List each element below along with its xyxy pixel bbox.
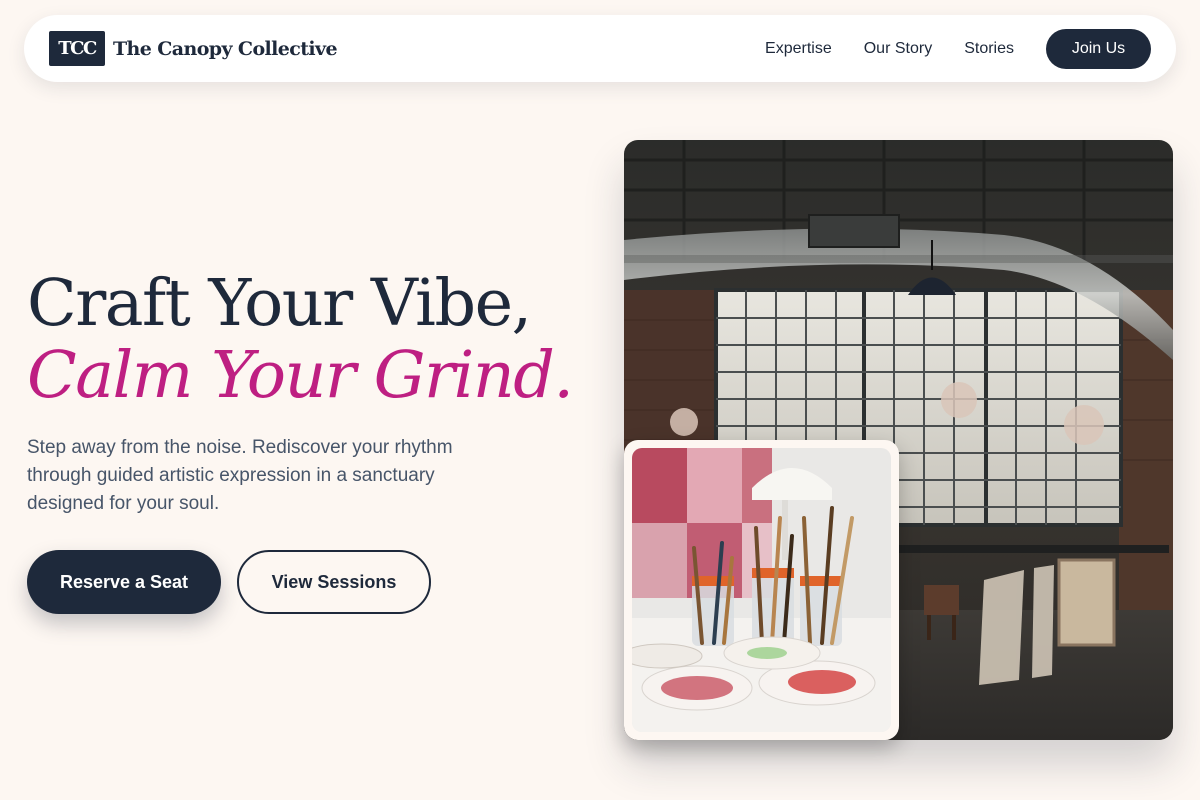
brand-logo: TCC [49, 31, 105, 66]
inset-photo-card [624, 440, 899, 740]
headline-line-1: Craft Your Vibe, [27, 266, 532, 341]
hero-subtext: Step away from the noise. Rediscover you… [27, 437, 453, 514]
top-nav: TCC The Canopy Collective Expertise Our … [24, 15, 1176, 82]
paint-brushes-image [632, 448, 891, 732]
hero-headline: Craft Your Vibe, Calm Your Grind. [27, 266, 574, 413]
join-us-button[interactable]: Join Us [1046, 28, 1151, 69]
nav-link-our-story[interactable]: Our Story [864, 40, 932, 58]
brand-name: The Canopy Collective [113, 37, 338, 60]
reserve-seat-button[interactable]: Reserve a Seat [27, 550, 221, 614]
brand[interactable]: TCC The Canopy Collective [49, 31, 338, 66]
nav-links: Expertise Our Story Stories Join Us [765, 28, 1151, 69]
headline-line-2: Calm Your Grind. [27, 338, 574, 413]
nav-link-stories[interactable]: Stories [964, 40, 1014, 58]
view-sessions-button[interactable]: View Sessions [237, 550, 431, 614]
nav-link-expertise[interactable]: Expertise [765, 40, 832, 58]
